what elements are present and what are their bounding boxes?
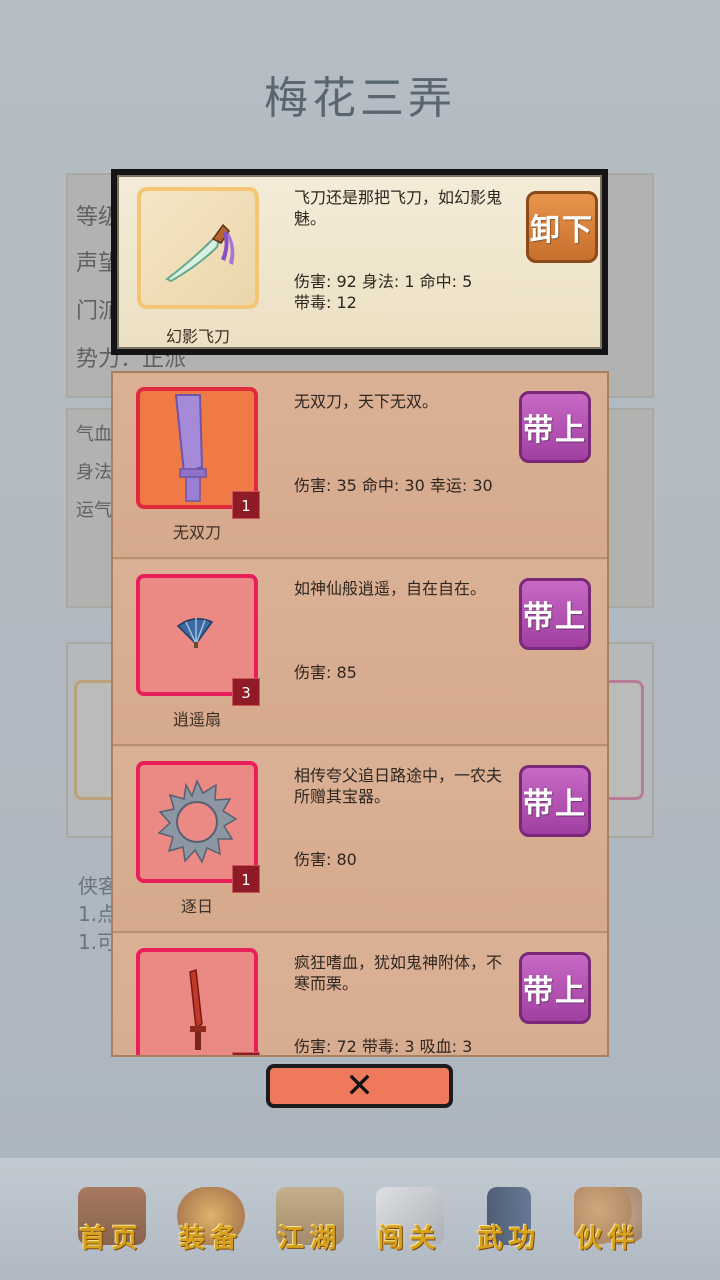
item-name: 逐日 [180, 897, 213, 916]
item-stats: 伤害: 35 命中: 30 幸运: 30 [294, 476, 493, 495]
unequip-button[interactable]: 卸下 [526, 191, 598, 263]
bottom-nav: 首页 装备 江湖 闯关 武功 伙伴 [0, 1158, 720, 1280]
item-slot[interactable]: 1 [136, 387, 260, 519]
inventory-list[interactable]: 1 无双刀 无双刀，天下无双。 伤害: 35 命中: 30 幸运: 30 带上 … [111, 371, 609, 1057]
sun-ring-icon [157, 779, 238, 864]
equipped-item-name: 幻影飞刀 [165, 327, 230, 346]
nav-companions[interactable]: 伙伴 [564, 1169, 652, 1269]
blood-blade-icon [189, 968, 206, 1050]
nav-challenge[interactable]: 闯关 [366, 1169, 454, 1269]
nav-jianghu[interactable]: 江湖 [266, 1169, 354, 1269]
item-description: 疯狂嗜血，犹如鬼神附体，不寒而栗。 [294, 953, 503, 993]
item-count-badge: 3 [232, 678, 260, 706]
item-stats: 伤害: 72 带毒: 3 吸血: 3 [294, 1037, 473, 1056]
broadsword-icon [174, 394, 207, 502]
nav-label: 江湖 [278, 1224, 343, 1254]
item-stats: 伤害: 80 [294, 850, 357, 869]
equipped-item-stats: 伤害: 92 身法: 1 命中: 5 带毒: 12 [294, 272, 473, 312]
list-item: 1 无双刀 无双刀，天下无双。 伤害: 35 命中: 30 幸运: 30 带上 [113, 373, 607, 559]
item-slot[interactable]: 1 [136, 948, 260, 1055]
nav-label: 首页 [79, 1224, 144, 1254]
nav-label: 装备 [178, 1224, 243, 1254]
list-item: 3 逍遥扇 如神仙般逍遥，自在自在。 伤害: 85 带上 [113, 560, 607, 746]
close-button[interactable]: ✕ [266, 1064, 453, 1108]
item-description: 相传夸父追日路途中，一农夫所赠其宝器。 [294, 766, 503, 806]
item-count-badge: 1 [232, 491, 260, 519]
item-name: 无双刀 [172, 523, 221, 542]
equip-button[interactable]: 带上 [519, 578, 591, 650]
equip-button[interactable]: 带上 [519, 952, 591, 1024]
nav-label: 伙伴 [576, 1224, 641, 1254]
item-description: 无双刀，天下无双。 [294, 392, 439, 411]
equipped-item-slot[interactable] [137, 187, 259, 309]
item-stats: 伤害: 85 [294, 663, 357, 682]
equip-button[interactable]: 带上 [519, 765, 591, 837]
list-item: 1 疯狂嗜血，犹如鬼神附体，不寒而栗。 伤害: 72 带毒: 3 吸血: 3 带… [113, 934, 607, 1056]
item-name: 逍遥扇 [172, 710, 221, 729]
equip-button[interactable]: 带上 [519, 391, 591, 463]
nav-label: 武功 [476, 1224, 541, 1254]
nav-label: 闯关 [377, 1224, 442, 1254]
item-count-badge: 1 [232, 865, 260, 893]
equipped-item-description: 飞刀还是那把飞刀，如幻影鬼魅。 [294, 188, 503, 228]
nav-martial-arts[interactable]: 武功 [465, 1169, 553, 1269]
flying-dagger-icon [165, 223, 235, 283]
item-slot[interactable]: 1 [136, 761, 260, 893]
nav-home[interactable]: 首页 [68, 1169, 156, 1269]
list-item: 1 逐日 相传夸父追日路途中，一农夫所赠其宝器。 伤害: 80 带上 [113, 747, 607, 933]
item-count-badge: 1 [232, 1052, 260, 1055]
equipped-item-card: 幻影飞刀 飞刀还是那把飞刀，如幻影鬼魅。 伤害: 92 身法: 1 命中: 5 … [111, 169, 608, 355]
fan-icon [176, 618, 214, 648]
nav-equipment[interactable]: 装备 [167, 1169, 255, 1269]
item-description: 如神仙般逍遥，自在自在。 [294, 579, 487, 598]
item-slot[interactable]: 3 [136, 574, 260, 706]
